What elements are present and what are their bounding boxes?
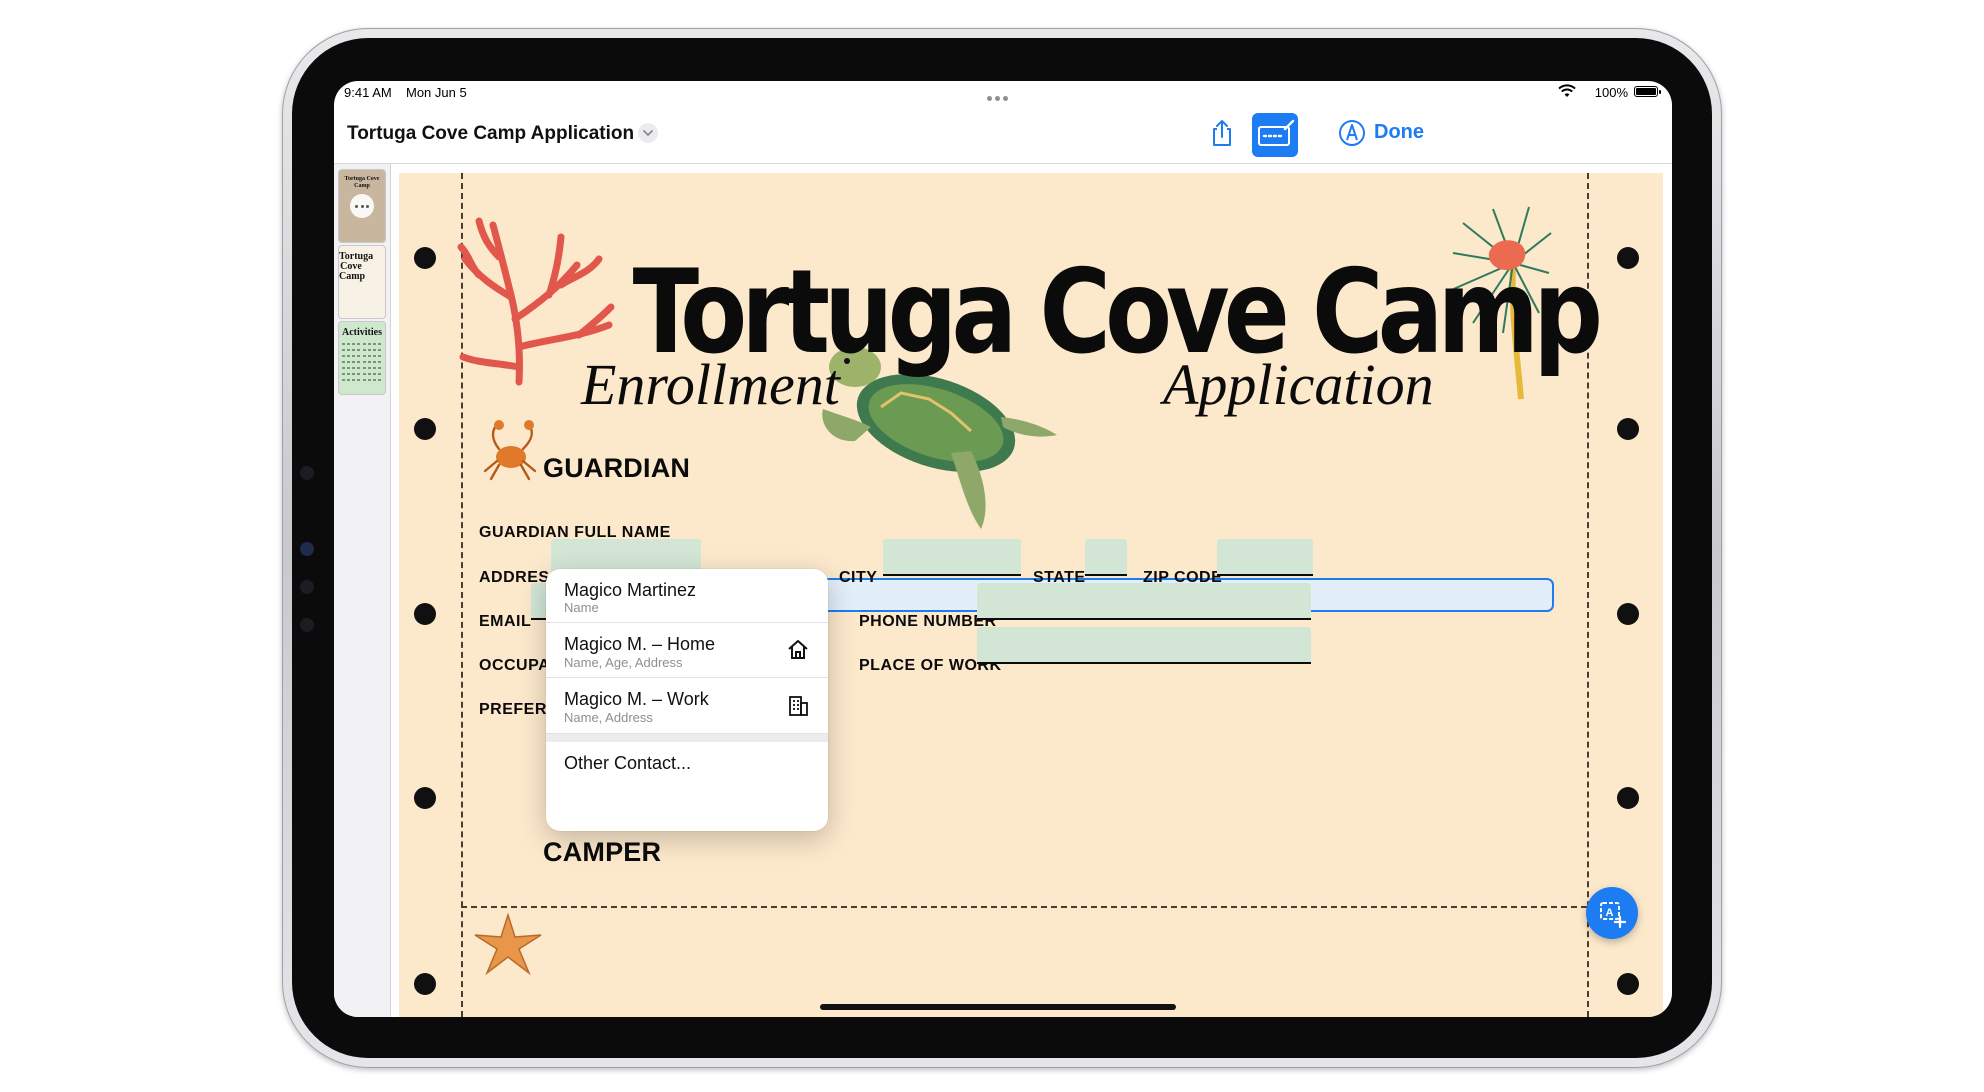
thumbnail-label: Tortuga Cove Camp xyxy=(339,251,374,282)
punch-hole xyxy=(1617,973,1639,995)
multitasking-dots-icon[interactable] xyxy=(987,89,1013,101)
punch-hole xyxy=(1617,787,1639,809)
status-bar: 9:41 AM Mon Jun 5 100% xyxy=(334,81,1672,103)
form-subtitle-right: Application xyxy=(1163,352,1434,417)
share-icon[interactable] xyxy=(1206,117,1238,149)
building-icon xyxy=(789,696,808,716)
thumbnail-label: Activities xyxy=(342,327,382,338)
punch-hole xyxy=(414,418,436,440)
city-label: CITY xyxy=(839,569,878,586)
punch-hole xyxy=(414,603,436,625)
document-toolbar: Tortuga Cove Camp Application Done xyxy=(334,103,1672,164)
svg-text:A: A xyxy=(1606,907,1614,919)
battery-icon xyxy=(1634,86,1661,97)
place-of-work-underline xyxy=(977,662,1311,664)
punch-hole xyxy=(1617,603,1639,625)
form-fill-icon[interactable] xyxy=(1252,113,1298,157)
document-title[interactable]: Tortuga Cove Camp Application xyxy=(347,123,634,145)
phone-number-label: PHONE NUMBER xyxy=(859,613,997,630)
city-input[interactable] xyxy=(883,539,1021,575)
battery-percent: 100% xyxy=(1594,85,1628,100)
email-label: EMAIL xyxy=(479,613,532,630)
page-thumbnail-sidebar: Tortuga Cove Camp Tortuga Cove Camp Acti… xyxy=(334,164,391,1017)
thumbnail-content xyxy=(342,343,381,381)
punch-hole xyxy=(1617,418,1639,440)
status-time: 9:41 AM xyxy=(344,85,392,100)
markup-pen-icon[interactable] xyxy=(1336,117,1368,149)
status-date: Mon Jun 5 xyxy=(406,85,467,100)
camera-sensor xyxy=(300,618,314,632)
autofill-option-name[interactable]: Magico Martinez Name xyxy=(546,569,828,623)
phone-number-underline xyxy=(977,618,1311,620)
punch-hole xyxy=(414,787,436,809)
page-thumbnail-1[interactable]: Tortuga Cove Camp xyxy=(339,170,385,242)
punch-hole xyxy=(414,973,436,995)
punch-hole xyxy=(414,247,436,269)
autofill-option-title: Magico M. – Home xyxy=(564,634,716,654)
city-underline xyxy=(883,574,1021,576)
autofill-option-title: Magico Martinez xyxy=(564,580,697,600)
zip-code-underline xyxy=(1217,574,1313,576)
camper-section-heading: CAMPER xyxy=(543,837,662,867)
autofill-menu-separator xyxy=(546,734,828,742)
guardian-section-heading: GUARDIAN xyxy=(543,453,691,483)
state-input[interactable] xyxy=(1085,539,1127,575)
autofill-other-contact[interactable]: Other Contact... xyxy=(546,742,828,784)
state-underline xyxy=(1085,574,1127,576)
cut-line xyxy=(461,906,1587,908)
done-button[interactable]: Done xyxy=(1374,121,1424,144)
autofill-contact-menu: Magico Martinez Name Magico M. – Home Na… xyxy=(546,569,828,831)
page-thumbnail-2[interactable]: Tortuga Cove Camp xyxy=(339,246,385,318)
zip-code-input[interactable] xyxy=(1217,539,1313,575)
autofill-option-work[interactable]: Magico M. – Work Name, Address xyxy=(546,678,828,734)
ellipsis-icon[interactable] xyxy=(350,194,374,218)
chevron-down-icon[interactable] xyxy=(638,123,658,143)
house-icon xyxy=(788,640,808,659)
add-text-field-icon: A xyxy=(1600,902,1627,929)
phone-number-input[interactable] xyxy=(977,583,1311,619)
autofill-option-subtitle: Name xyxy=(564,600,599,615)
place-of-work-input[interactable] xyxy=(977,627,1311,663)
crab-icon xyxy=(483,420,537,481)
form-subtitle-left: Enrollment xyxy=(581,352,840,417)
add-text-field-button[interactable]: A xyxy=(1586,887,1638,939)
punch-hole xyxy=(1617,247,1639,269)
thumbnail-label: Tortuga Cove Camp xyxy=(344,176,380,189)
home-indicator[interactable] xyxy=(820,1004,1176,1010)
autofill-option-subtitle: Name, Address xyxy=(564,710,653,725)
starfish-icon xyxy=(474,913,542,975)
ipad-screen: 9:41 AM Mon Jun 5 100% Tortuga Cove Camp… xyxy=(334,81,1672,1017)
page-thumbnail-3[interactable]: Activities xyxy=(339,322,385,394)
autofill-option-title: Magico M. – Work xyxy=(564,689,709,709)
other-contact-label: Other Contact... xyxy=(564,753,692,773)
camera-sensor xyxy=(300,580,314,594)
camera-lens xyxy=(300,542,314,556)
autofill-option-home[interactable]: Magico M. – Home Name, Age, Address xyxy=(546,623,828,678)
camera-sensor xyxy=(300,466,314,480)
autofill-option-subtitle: Name, Age, Address xyxy=(564,655,683,670)
wifi-icon xyxy=(1558,84,1576,97)
